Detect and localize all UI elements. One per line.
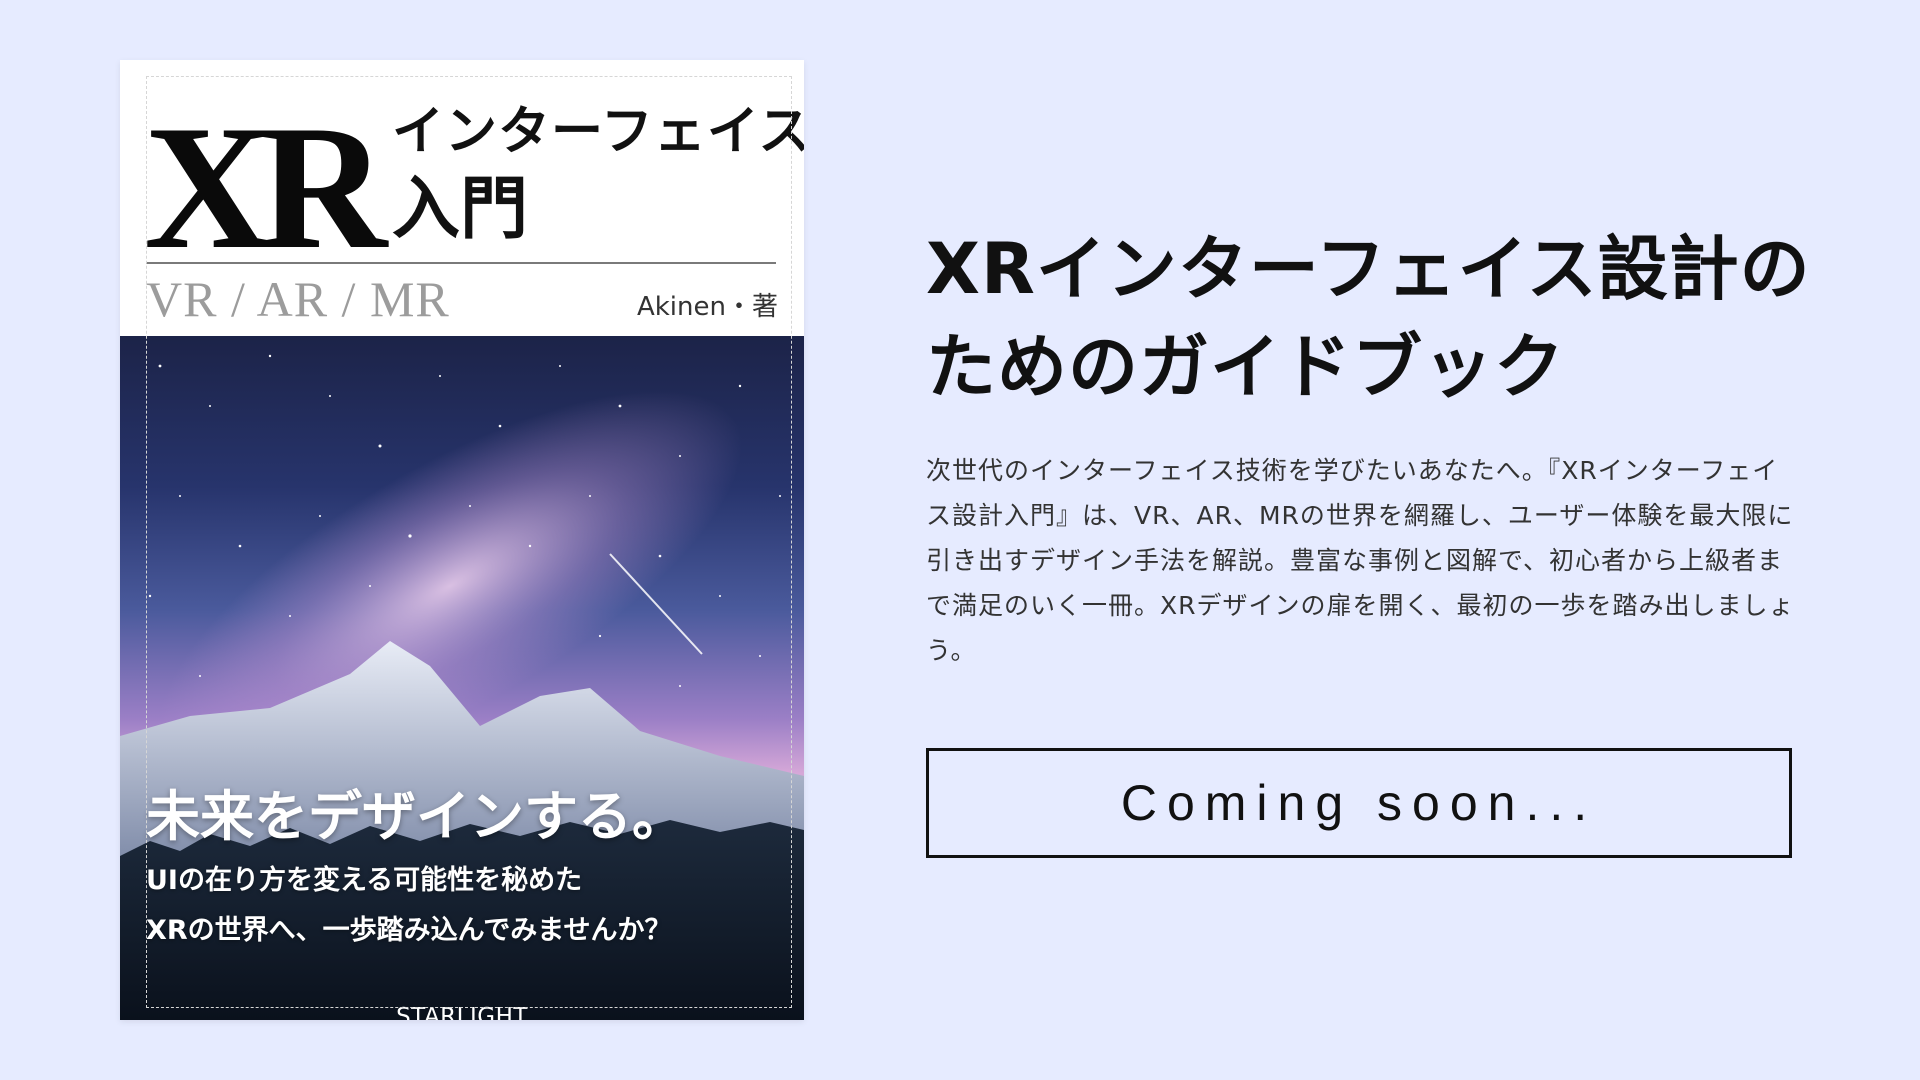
- cover-tagline: 未来をデザインする。: [146, 785, 686, 848]
- book-description: 次世代のインターフェイス技術を学びたいあなたへ。『XRインターフェイス設計入門』…: [926, 456, 1795, 665]
- cover-sub-tagline-line-1: UIの在り方を変える可能性を秘めた: [146, 865, 583, 896]
- cover-subtitle: VR / AR / MR: [146, 271, 450, 327]
- coming-soon-button[interactable]: Coming soon...: [926, 748, 1792, 858]
- book-cover: XR インターフェイス 入門 VR / AR / MR Akinen・著 未来を…: [120, 60, 804, 1020]
- coming-soon-label: Coming soon...: [1120, 775, 1598, 831]
- cover-publisher: STARLIGHT: [396, 1004, 528, 1020]
- cover-header: XR インターフェイス 入門 VR / AR / MR Akinen・著: [120, 60, 804, 336]
- cover-title-line-1: インターフェイス: [392, 102, 804, 162]
- cover-sub-tagline-line-2: XRの世界へ、一歩踏み込んでみませんか？: [146, 915, 672, 946]
- page-title-line-1: XRインターフェイス設計の: [926, 228, 1811, 310]
- cover-logo: XR: [144, 88, 387, 286]
- page-title: XRインターフェイス設計の ためのガイドブック: [926, 220, 1811, 416]
- cover-illustration: 未来をデザインする。 UIの在り方を変える可能性を秘めた XRの世界へ、一歩踏み…: [120, 336, 804, 1020]
- page-title-line-2: ためのガイドブック: [926, 326, 1565, 408]
- cover-title-line-2: 入門: [392, 170, 529, 249]
- cover-divider: [146, 262, 776, 264]
- cover-author: Akinen・著: [636, 292, 778, 322]
